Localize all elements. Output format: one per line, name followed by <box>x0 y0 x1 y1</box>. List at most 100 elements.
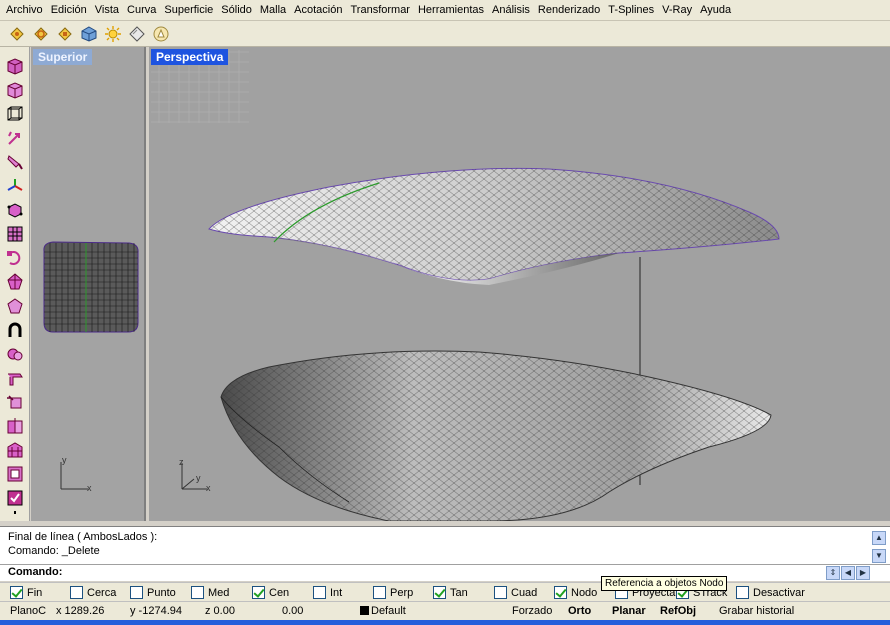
command-history-line: Comando: _Delete <box>8 545 100 557</box>
menu-renderizado[interactable]: Renderizado <box>534 4 604 16</box>
frame-icon[interactable] <box>4 463 26 485</box>
command-history-line: Final de línea ( AmbosLados ): <box>8 531 158 543</box>
wall-icon[interactable] <box>4 439 26 461</box>
status-y: y -1274.94 <box>130 605 182 617</box>
menu-curva[interactable]: Curva <box>123 4 160 16</box>
menu-tsplines[interactable]: T-Splines <box>604 4 658 16</box>
layer-color-swatch <box>360 606 369 615</box>
command-nav-buttons: ⇕ ◀ ▶ <box>826 566 870 580</box>
command-prev-icon[interactable]: ◀ <box>841 566 855 580</box>
osnap-perp[interactable]: Perp <box>373 586 413 599</box>
command-prompt[interactable]: Comando: ⇕ ◀ ▶ <box>0 564 890 581</box>
gem-icon[interactable] <box>4 271 26 293</box>
osnap-checkbox[interactable] <box>373 586 386 599</box>
command-prompt-label: Comando: <box>8 566 63 578</box>
brush-icon[interactable] <box>4 151 26 173</box>
menu-superficie[interactable]: Superficie <box>160 4 217 16</box>
osnap-cen[interactable]: Cen <box>252 586 289 599</box>
status-orto[interactable]: Orto <box>568 605 591 617</box>
material-icon[interactable] <box>126 23 147 44</box>
crease-icon[interactable] <box>4 391 26 413</box>
osnap-checkbox[interactable] <box>494 586 507 599</box>
arrows-icon[interactable] <box>4 127 26 149</box>
osnap-checkbox[interactable] <box>554 586 567 599</box>
menu-herramientas[interactable]: Herramientas <box>414 4 488 16</box>
render-settings-icon[interactable] <box>54 23 75 44</box>
command-history: Final de línea ( AmbosLados ): Comando: … <box>0 526 890 564</box>
shaded-box-icon[interactable] <box>78 23 99 44</box>
scroll-up-button[interactable]: ▲ <box>872 531 886 545</box>
status-planar[interactable]: Planar <box>612 605 646 617</box>
rotate-icon[interactable] <box>4 247 26 269</box>
menu-vista[interactable]: Vista <box>91 4 123 16</box>
left-toolbar <box>0 47 30 521</box>
osnap-desactivar[interactable]: Desactivar <box>736 586 805 599</box>
status-plane[interactable]: PlanoC <box>10 605 46 617</box>
menu-edicion[interactable]: Edición <box>47 4 91 16</box>
menu-solido[interactable]: Sólido <box>217 4 256 16</box>
osnap-checkbox[interactable] <box>70 586 83 599</box>
osnap-checkbox[interactable] <box>736 586 749 599</box>
svg-text:x: x <box>206 483 211 493</box>
status-z: z 0.00 <box>205 605 235 617</box>
fold-icon[interactable] <box>4 367 26 389</box>
taskbar-edge <box>0 620 890 625</box>
svg-text:x: x <box>87 483 92 493</box>
command-list-icon[interactable]: ⇕ <box>826 566 840 580</box>
menu-analisis[interactable]: Análisis <box>488 4 534 16</box>
svg-text:y: y <box>62 455 67 465</box>
axes-icon[interactable] <box>4 175 26 197</box>
box-select-icon[interactable] <box>4 55 26 77</box>
status-x: x 1289.26 <box>56 605 105 617</box>
osnap-tan[interactable]: Tan <box>433 586 468 599</box>
status-layer[interactable]: Default <box>360 605 406 617</box>
osnap-cuad[interactable]: Cuad <box>494 586 537 599</box>
render-preview-icon[interactable] <box>30 23 51 44</box>
menu-acotacion[interactable]: Acotación <box>290 4 346 16</box>
osnap-checkbox[interactable] <box>130 586 143 599</box>
menu-vray[interactable]: V-Ray <box>658 4 696 16</box>
osnap-checkbox[interactable] <box>433 586 446 599</box>
wire-cube-icon[interactable] <box>4 103 26 125</box>
polygon-icon[interactable] <box>4 295 26 317</box>
scroll-down-button[interactable]: ▼ <box>872 549 886 563</box>
command-next-icon[interactable]: ▶ <box>856 566 870 580</box>
menu-ayuda[interactable]: Ayuda <box>696 4 735 16</box>
status-forzado[interactable]: Forzado <box>512 605 552 617</box>
viewport-superior[interactable]: Superior y x <box>31 47 146 521</box>
osnap-checkbox[interactable] <box>10 586 23 599</box>
rhino-window: Archivo Edición Vista Curva Superficie S… <box>0 0 890 625</box>
osnap-med[interactable]: Med <box>191 586 229 599</box>
viewport-title-perspectiva[interactable]: Perspectiva <box>151 49 229 65</box>
menu-transformar[interactable]: Transformar <box>346 4 414 16</box>
render-toolbar <box>0 21 890 47</box>
camera-icon[interactable] <box>150 23 171 44</box>
osnap-checkbox[interactable] <box>313 586 326 599</box>
spheres-icon[interactable] <box>4 343 26 365</box>
osnap-checkbox[interactable] <box>191 586 204 599</box>
render-icon[interactable] <box>6 23 27 44</box>
joint-icon[interactable] <box>4 511 26 521</box>
box-grid-icon[interactable] <box>4 223 26 245</box>
menu-archivo[interactable]: Archivo <box>2 4 47 16</box>
osnap-punto[interactable]: Punto <box>130 586 176 599</box>
status-bar: PlanoC x 1289.26 y -1274.94 z 0.00 0.00 … <box>0 601 890 620</box>
menu-malla[interactable]: Malla <box>256 4 290 16</box>
status-refobj[interactable]: RefObj <box>660 605 696 617</box>
weld-icon[interactable] <box>4 415 26 437</box>
light-icon[interactable] <box>102 23 123 44</box>
check-face-icon[interactable] <box>4 487 26 509</box>
osnap-fin[interactable]: Fin <box>10 586 42 599</box>
svg-text:y: y <box>196 473 201 483</box>
osnap-nodo[interactable]: Nodo <box>554 586 597 599</box>
viewport-perspectiva[interactable]: z y x Perspectiva <box>149 47 890 521</box>
osnap-int[interactable]: Int <box>313 586 342 599</box>
gumball-box-icon[interactable] <box>4 199 26 221</box>
status-grabar-historial[interactable]: Grabar historial <box>719 605 794 617</box>
top-view-surface: y x <box>43 241 139 493</box>
osnap-checkbox[interactable] <box>252 586 265 599</box>
status-distance: 0.00 <box>282 605 304 617</box>
magnet-icon[interactable] <box>4 319 26 341</box>
osnap-cerca[interactable]: Cerca <box>70 586 116 599</box>
shaded-cube-icon[interactable] <box>4 79 26 101</box>
